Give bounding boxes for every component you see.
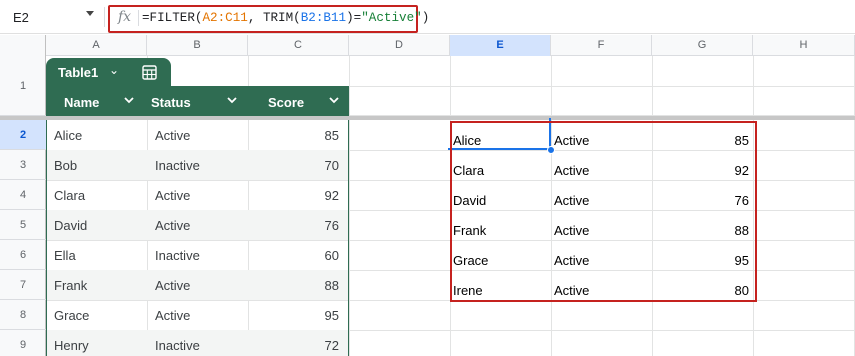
table-row[interactable]: Ella Inactive 60 <box>47 240 348 270</box>
table-row[interactable]: Grace Active 95 <box>47 300 348 330</box>
score-cell: 85 <box>324 128 339 143</box>
chevron-down-icon[interactable]: ⌄ <box>109 63 119 77</box>
status-cell: Active <box>155 188 191 203</box>
table-name: Table1 <box>58 65 99 80</box>
status-cell: Inactive <box>155 158 200 173</box>
name-cell: David <box>54 218 88 233</box>
table-row[interactable]: Clara Active 92 <box>47 180 348 210</box>
row-header-8[interactable]: 8 <box>0 300 46 330</box>
dropdown-arrow-icon[interactable] <box>86 11 94 16</box>
table-row[interactable]: David Active 76 <box>47 210 348 240</box>
table-name-tab[interactable]: Table1 ⌄ <box>46 58 171 86</box>
separator <box>138 10 139 26</box>
chevron-down-icon[interactable] <box>328 94 340 106</box>
name-cell: Grace <box>54 308 90 323</box>
row-header-2[interactable]: 2 <box>0 120 46 150</box>
formula-token: B2:B11 <box>300 11 347 25</box>
table-header-status[interactable]: Status <box>151 95 191 110</box>
table-row[interactable]: Frank Active 88 <box>47 270 348 300</box>
score-cell: 72 <box>324 338 339 353</box>
formula-token: )= <box>346 11 362 25</box>
column-header-b[interactable]: B <box>147 35 248 56</box>
column-header-row: ABCDEFGH <box>0 35 855 56</box>
table-body: Alice Active 85 Bob Inactive 70 Clara Active 92 D… <box>46 120 349 356</box>
table-row[interactable]: Bob Inactive 70 <box>47 150 348 180</box>
row-header-3[interactable]: 3 <box>0 150 46 180</box>
column-header-f[interactable]: F <box>551 35 652 56</box>
table-header-name[interactable]: Name <box>64 95 99 110</box>
formula-token: =FILTER( <box>142 11 203 25</box>
name-cell: Ella <box>54 248 76 263</box>
row-header-column: 1 23456789 <box>0 56 46 356</box>
column-header-e[interactable]: E <box>450 35 551 56</box>
table-settings-icon[interactable] <box>142 65 157 80</box>
formula-bar: E2 fx =FILTER(A2:C11, TRIM(B2:B11)="Acti… <box>0 0 855 34</box>
row-header-5[interactable]: 5 <box>0 210 46 240</box>
status-cell: Active <box>155 128 191 143</box>
score-cell: 95 <box>324 308 339 323</box>
column-header-d[interactable]: D <box>349 35 450 56</box>
status-cell: Inactive <box>155 248 200 263</box>
name-cell: Henry <box>54 338 89 353</box>
name-box[interactable]: E2 <box>0 0 104 34</box>
name-box-value: E2 <box>13 10 29 25</box>
column-header-c[interactable]: C <box>248 35 349 56</box>
column-header-a[interactable]: A <box>46 35 147 56</box>
score-cell: 92 <box>324 188 339 203</box>
table-header-score[interactable]: Score <box>268 95 304 110</box>
column-header-g[interactable]: G <box>652 35 753 56</box>
status-cell: Active <box>155 308 191 323</box>
select-all-corner[interactable] <box>0 35 46 56</box>
column-header-h[interactable]: H <box>753 35 855 56</box>
score-cell: 60 <box>324 248 339 263</box>
separator <box>104 7 105 27</box>
score-cell: 70 <box>324 158 339 173</box>
status-cell: Active <box>155 218 191 233</box>
formula-token: "Active" <box>361 11 422 25</box>
name-cell: Frank <box>54 278 88 293</box>
result-highlight-box <box>450 121 757 302</box>
chevron-down-icon[interactable] <box>226 94 238 106</box>
row-header-1[interactable]: 1 <box>0 56 46 116</box>
score-cell: 76 <box>324 218 339 233</box>
fx-icon: fx <box>118 9 132 25</box>
row-header-9[interactable]: 9 <box>0 330 46 356</box>
name-cell: Bob <box>54 158 78 173</box>
chevron-down-icon[interactable] <box>123 94 135 106</box>
formula-token: A2:C11 <box>202 11 248 25</box>
formula-token: ) <box>421 11 430 25</box>
status-cell: Active <box>155 278 191 293</box>
score-cell: 88 <box>324 278 339 293</box>
status-cell: Inactive <box>155 338 200 353</box>
table-header-row: Name Status Score <box>46 86 349 116</box>
name-cell: Alice <box>54 128 83 143</box>
row-header-6[interactable]: 6 <box>0 240 46 270</box>
formula-token: , TRIM( <box>247 11 301 25</box>
name-cell: Clara <box>54 188 86 203</box>
grid-line <box>349 56 350 356</box>
table-row[interactable]: Henry Inactive 72 <box>47 330 348 356</box>
row-header-4[interactable]: 4 <box>0 180 46 210</box>
table-row[interactable]: Alice Active 85 <box>47 120 348 150</box>
formula-input[interactable]: =FILTER(A2:C11, TRIM(B2:B11)="Active") <box>142 11 429 25</box>
row-header-7[interactable]: 7 <box>0 270 46 300</box>
